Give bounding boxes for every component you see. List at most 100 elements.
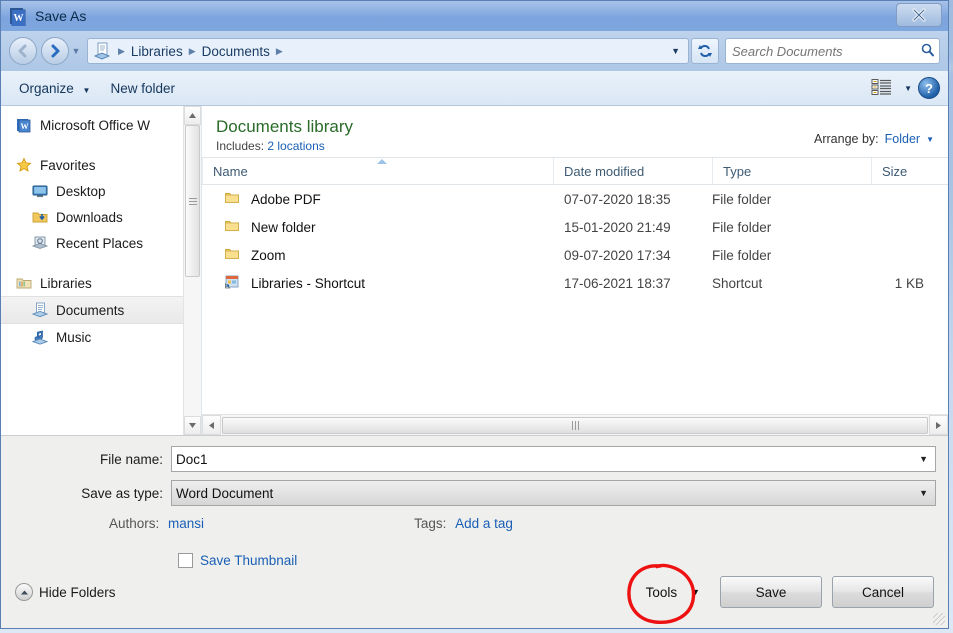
sidebar-item-label: Favorites bbox=[40, 158, 96, 173]
music-library-icon bbox=[31, 328, 49, 346]
close-button[interactable] bbox=[896, 3, 942, 27]
table-row[interactable]: Adobe PDF 07-07-2020 18:35 File folder bbox=[202, 185, 948, 213]
sidebar-item-documents[interactable]: Documents bbox=[1, 296, 201, 324]
table-row[interactable]: Zoom 09-07-2020 17:34 File folder bbox=[202, 241, 948, 269]
file-name-row: File name: Doc1 ▼ bbox=[13, 446, 936, 472]
arrange-by-value[interactable]: Folder bbox=[885, 132, 920, 146]
save-as-type-select[interactable]: Word Document ▼ bbox=[171, 480, 936, 506]
file-name-cell: Zoom bbox=[202, 246, 564, 264]
scroll-up-arrow-icon[interactable] bbox=[184, 106, 201, 125]
sidebar-item-desktop[interactable]: Desktop bbox=[1, 178, 201, 204]
file-list-horizontal-scrollbar[interactable] bbox=[202, 414, 948, 435]
sidebar-item-downloads[interactable]: Downloads bbox=[1, 204, 201, 230]
new-folder-button[interactable]: New folder bbox=[100, 77, 185, 100]
column-header-type[interactable]: Type bbox=[712, 158, 871, 184]
scrollbar-grip bbox=[189, 198, 197, 205]
svg-text:W: W bbox=[14, 13, 24, 24]
file-type: File folder bbox=[712, 192, 860, 207]
scroll-right-arrow-icon[interactable] bbox=[929, 415, 948, 435]
authors-label: Authors: bbox=[109, 516, 159, 531]
back-arrow-icon bbox=[15, 43, 31, 59]
file-date-modified: 17-06-2021 18:37 bbox=[564, 276, 712, 291]
sidebar-item-label: Downloads bbox=[56, 210, 123, 225]
back-button[interactable] bbox=[9, 37, 37, 65]
file-name-input[interactable]: Doc1 ▼ bbox=[171, 446, 936, 472]
file-date-modified: 09-07-2020 17:34 bbox=[564, 248, 712, 263]
word-document-icon: W bbox=[15, 116, 33, 134]
column-header-size[interactable]: Size bbox=[871, 158, 948, 184]
organize-button[interactable]: Organize ▼ bbox=[9, 77, 100, 100]
scroll-down-arrow-icon[interactable] bbox=[184, 416, 201, 435]
sidebar-item-music[interactable]: Music bbox=[1, 324, 201, 350]
save-thumbnail-label: Save Thumbnail bbox=[200, 553, 297, 568]
scroll-left-arrow-icon[interactable] bbox=[202, 415, 221, 435]
resize-grip[interactable] bbox=[933, 613, 945, 625]
authors-value[interactable]: mansi bbox=[168, 516, 204, 531]
folder-icon bbox=[224, 190, 242, 208]
refresh-button[interactable] bbox=[691, 38, 719, 64]
save-button[interactable]: Save bbox=[720, 576, 822, 608]
file-name: Zoom bbox=[251, 248, 286, 263]
folder-icon bbox=[224, 218, 242, 236]
table-row[interactable]: New folder 15-01-2020 21:49 File folder bbox=[202, 213, 948, 241]
sidebar-item-label: Music bbox=[56, 330, 91, 345]
view-dropdown-icon[interactable]: ▼ bbox=[904, 84, 912, 93]
navigation-list: W Microsoft Office W Favorites bbox=[1, 106, 201, 350]
file-name-cell: New folder bbox=[202, 218, 564, 236]
sidebar-gap bbox=[1, 138, 201, 152]
chevron-down-icon[interactable]: ▼ bbox=[926, 135, 934, 144]
scrollbar-thumb[interactable] bbox=[222, 417, 928, 434]
refresh-icon bbox=[697, 43, 713, 59]
help-icon[interactable]: ? bbox=[918, 77, 940, 99]
documents-library-icon bbox=[93, 42, 111, 60]
shortcut-icon bbox=[224, 274, 242, 292]
search-box[interactable] bbox=[725, 38, 940, 64]
chevron-down-icon: ▼ bbox=[691, 587, 700, 597]
cancel-button[interactable]: Cancel bbox=[832, 576, 934, 608]
sidebar-item-recent-places[interactable]: Recent Places bbox=[1, 230, 201, 256]
search-input[interactable] bbox=[730, 43, 920, 60]
save-thumbnail-row[interactable]: Save Thumbnail bbox=[178, 553, 936, 568]
dialog-main: W Microsoft Office W Favorites bbox=[1, 106, 948, 435]
chevron-down-icon[interactable]: ▼ bbox=[919, 488, 931, 498]
tags-label: Tags: bbox=[414, 516, 446, 531]
view-layout-icon[interactable] bbox=[871, 78, 893, 99]
chevron-down-icon[interactable]: ▼ bbox=[69, 46, 83, 56]
library-locations-link[interactable]: 2 locations bbox=[267, 139, 324, 153]
folder-icon bbox=[224, 246, 242, 264]
address-dropdown-icon[interactable]: ▼ bbox=[665, 46, 686, 56]
hide-folders-button[interactable]: Hide Folders bbox=[15, 583, 116, 601]
file-date-modified: 15-01-2020 21:49 bbox=[564, 220, 712, 235]
address-bar[interactable]: ▶ Libraries ▶ Documents ▶ ▼ bbox=[87, 38, 689, 64]
file-name: Libraries - Shortcut bbox=[251, 276, 365, 291]
breadcrumb-documents[interactable]: Documents bbox=[199, 44, 273, 59]
forward-button[interactable] bbox=[41, 37, 69, 65]
metadata-row: Authors: mansi Tags: Add a tag bbox=[13, 516, 936, 531]
sidebar-item-libraries[interactable]: Libraries bbox=[1, 270, 201, 296]
breadcrumb-libraries[interactable]: Libraries bbox=[128, 44, 186, 59]
arrange-by-control[interactable]: Arrange by: Folder ▼ bbox=[814, 116, 934, 146]
forward-arrow-icon bbox=[47, 43, 63, 59]
navigation-pane-scrollbar[interactable] bbox=[183, 106, 201, 435]
save-thumbnail-checkbox[interactable] bbox=[178, 553, 193, 568]
sidebar-gap bbox=[1, 256, 201, 270]
file-name: New folder bbox=[251, 220, 316, 235]
tools-button[interactable]: Tools ▼ bbox=[636, 579, 710, 606]
sort-ascending-icon bbox=[377, 159, 387, 164]
chevron-down-icon: ▼ bbox=[83, 86, 91, 95]
sidebar-item-favorites[interactable]: Favorites bbox=[1, 152, 201, 178]
add-a-tag-link[interactable]: Add a tag bbox=[455, 516, 513, 531]
sidebar-item-label: Libraries bbox=[40, 276, 92, 291]
search-icon bbox=[920, 42, 935, 60]
column-header-date-modified[interactable]: Date modified bbox=[553, 158, 712, 184]
file-name-label: File name: bbox=[13, 452, 171, 467]
file-size: 1 KB bbox=[860, 276, 948, 291]
save-as-type-value: Word Document bbox=[176, 486, 273, 501]
chevron-down-icon[interactable]: ▼ bbox=[919, 454, 931, 464]
command-bar: Organize ▼ New folder ▼ ? bbox=[1, 71, 948, 106]
sidebar-item-microsoft-office-word[interactable]: W Microsoft Office W bbox=[1, 112, 201, 138]
scrollbar-thumb[interactable] bbox=[185, 125, 200, 277]
library-header-text: Documents library Includes: 2 locations bbox=[216, 116, 353, 153]
file-list-column-headers: Name Date modified Type Size bbox=[202, 157, 948, 185]
table-row[interactable]: Libraries - Shortcut 17-06-2021 18:37 Sh… bbox=[202, 269, 948, 297]
